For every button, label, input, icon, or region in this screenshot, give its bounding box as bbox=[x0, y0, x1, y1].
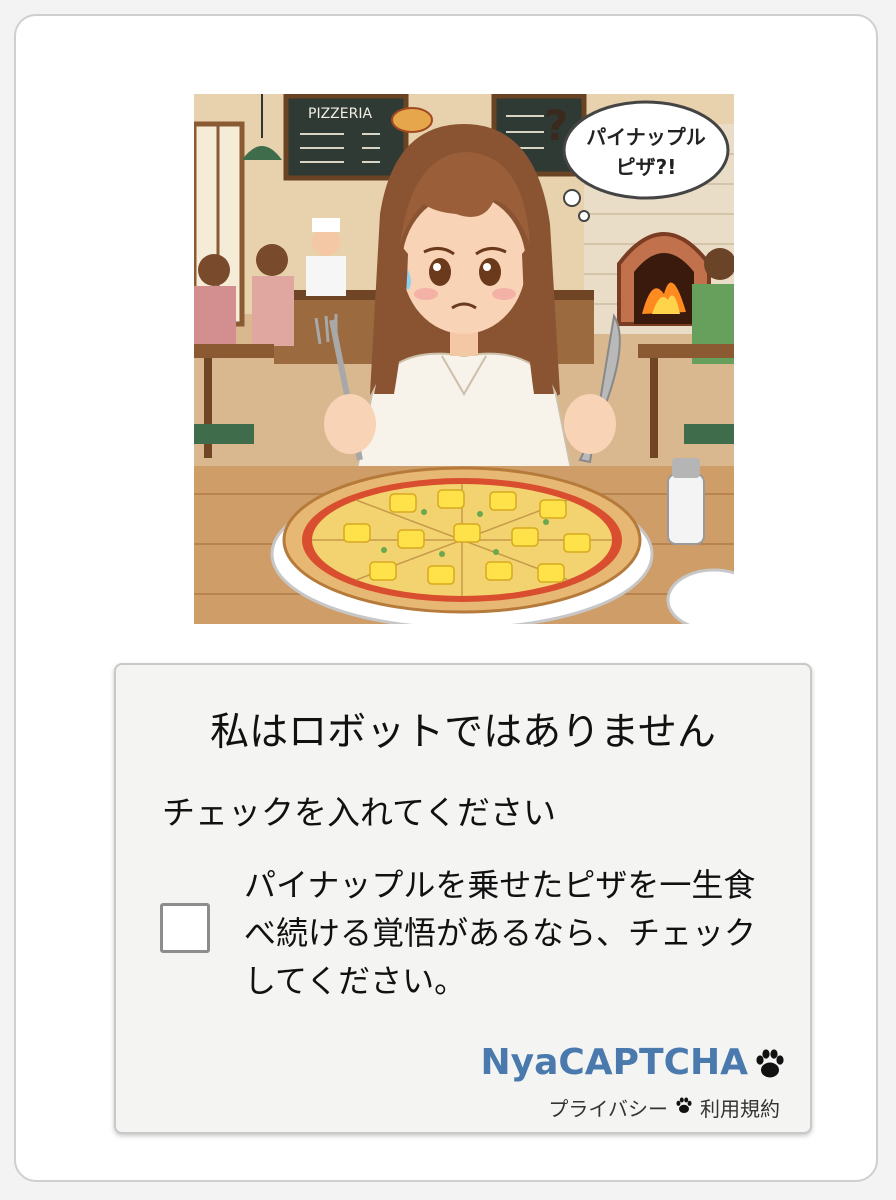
pizza-girl-illustration: PIZZERIA パイナップル ピザ?! ? bbox=[194, 94, 734, 624]
paw-separator-icon bbox=[674, 1095, 694, 1120]
terms-link[interactable]: 利用規約 bbox=[700, 1093, 780, 1122]
checkbox-label-line: べ続ける覚悟があるなら、チェック bbox=[244, 914, 757, 952]
captcha-footer: プライバシー 利用規約 bbox=[548, 1093, 780, 1122]
question-mark: ? bbox=[544, 101, 568, 150]
checkbox-label[interactable]: パイナップルを乗せたピザを一生食 べ続ける覚悟があるなら、チェック してください… bbox=[244, 861, 784, 1005]
menu-board-title: PIZZERIA bbox=[308, 106, 372, 122]
checkbox-label-line: してください。 bbox=[244, 962, 467, 1000]
brand-name: NyaCAPTCHA bbox=[480, 1042, 748, 1083]
privacy-link[interactable]: プライバシー bbox=[548, 1093, 668, 1122]
captcha-title: 私はロボットではありません bbox=[210, 710, 716, 755]
captcha-instruction: チェックを入れてください bbox=[162, 793, 557, 832]
speech-bubble-line1: パイナップル bbox=[586, 125, 706, 149]
consent-checkbox[interactable] bbox=[160, 903, 210, 953]
captcha-brand: NyaCAPTCHA bbox=[480, 1041, 788, 1085]
speech-bubble-line2: ピザ?! bbox=[616, 155, 677, 179]
paw-icon bbox=[752, 1045, 788, 1081]
captcha-page-card: PIZZERIA パイナップル ピザ?! ? 私はロボットではありません チェッ… bbox=[14, 14, 878, 1182]
checkbox-label-line: パイナップルを乗せたピザを一生食 bbox=[244, 866, 756, 904]
captcha-widget: 私はロボットではありません チェックを入れてください パイナップルを乗せたピザを… bbox=[114, 663, 812, 1134]
